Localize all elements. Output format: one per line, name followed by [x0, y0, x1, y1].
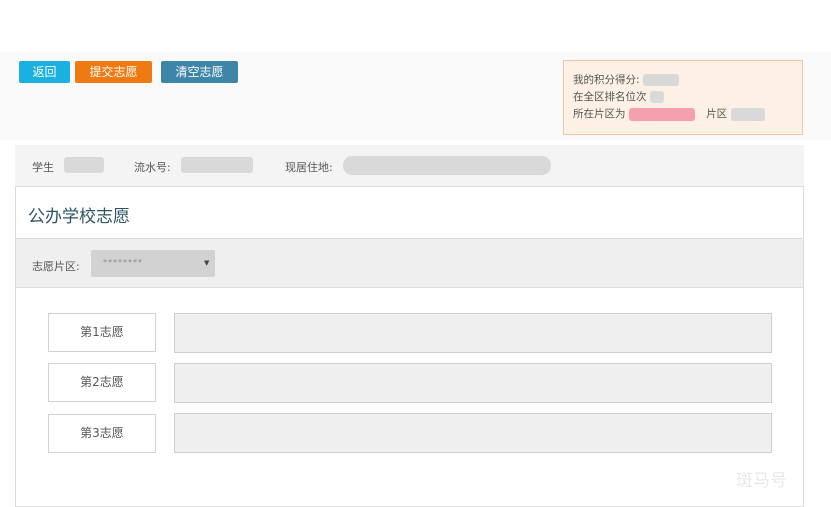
choice-1-input[interactable] [174, 313, 772, 353]
choice-1-label: 第1志愿 [48, 313, 156, 352]
serial-number-label: 流水号: [134, 161, 171, 174]
redacted-rank [649, 91, 664, 103]
district-select-bar: 志愿片区: ******** ▼ [16, 239, 803, 288]
watermark: 斑马号 [736, 471, 787, 491]
submit-choices-button[interactable]: 提交志愿 [75, 61, 152, 83]
choice-3-input[interactable] [174, 413, 772, 453]
section-header: 公办学校志愿 [16, 187, 803, 239]
back-button[interactable]: 返回 [19, 61, 70, 83]
choice-2-label: 第2志愿 [48, 363, 156, 402]
score-label: 我的积分得分: [573, 74, 640, 86]
redacted-student-name [64, 157, 104, 173]
rank-label: 在全区排名位次 [573, 91, 647, 103]
student-info-bar: 学生 流水号: 现居住地: [15, 145, 804, 186]
district-select[interactable]: ******** ▼ [91, 250, 215, 277]
choice-2-input[interactable] [174, 363, 772, 403]
choice-3-label: 第3志愿 [48, 414, 156, 453]
section-title: 公办学校志愿 [28, 207, 130, 227]
district-select-value: ******** [103, 258, 143, 267]
district-select-label: 志愿片区: [32, 260, 80, 273]
dropdown-arrow-icon: ▼ [204, 259, 210, 267]
rank-line: 在全区排名位次 [573, 89, 802, 106]
score-info-box: 我的积分得分: 在全区排名位次 所在片区为 片区 [563, 60, 803, 135]
redacted-score [642, 74, 679, 86]
score-line: 我的积分得分: [573, 72, 802, 89]
clear-choices-button[interactable]: 清空志愿 [161, 61, 238, 83]
district-line: 所在片区为 片区 [573, 106, 802, 123]
student-name-label: 学生 [32, 161, 54, 174]
redacted-district-extra [730, 107, 765, 121]
redacted-address [343, 156, 551, 175]
public-school-choices-card: 公办学校志愿 志愿片区: ******** ▼ 第1志愿 第2志愿 第3志愿 [15, 186, 804, 507]
district-label: 所在片区为 [573, 108, 626, 120]
district-suffix: 片区 [706, 108, 728, 120]
redacted-district [628, 107, 695, 121]
address-label: 现居住地: [285, 161, 333, 174]
redacted-serial-number [181, 157, 253, 173]
